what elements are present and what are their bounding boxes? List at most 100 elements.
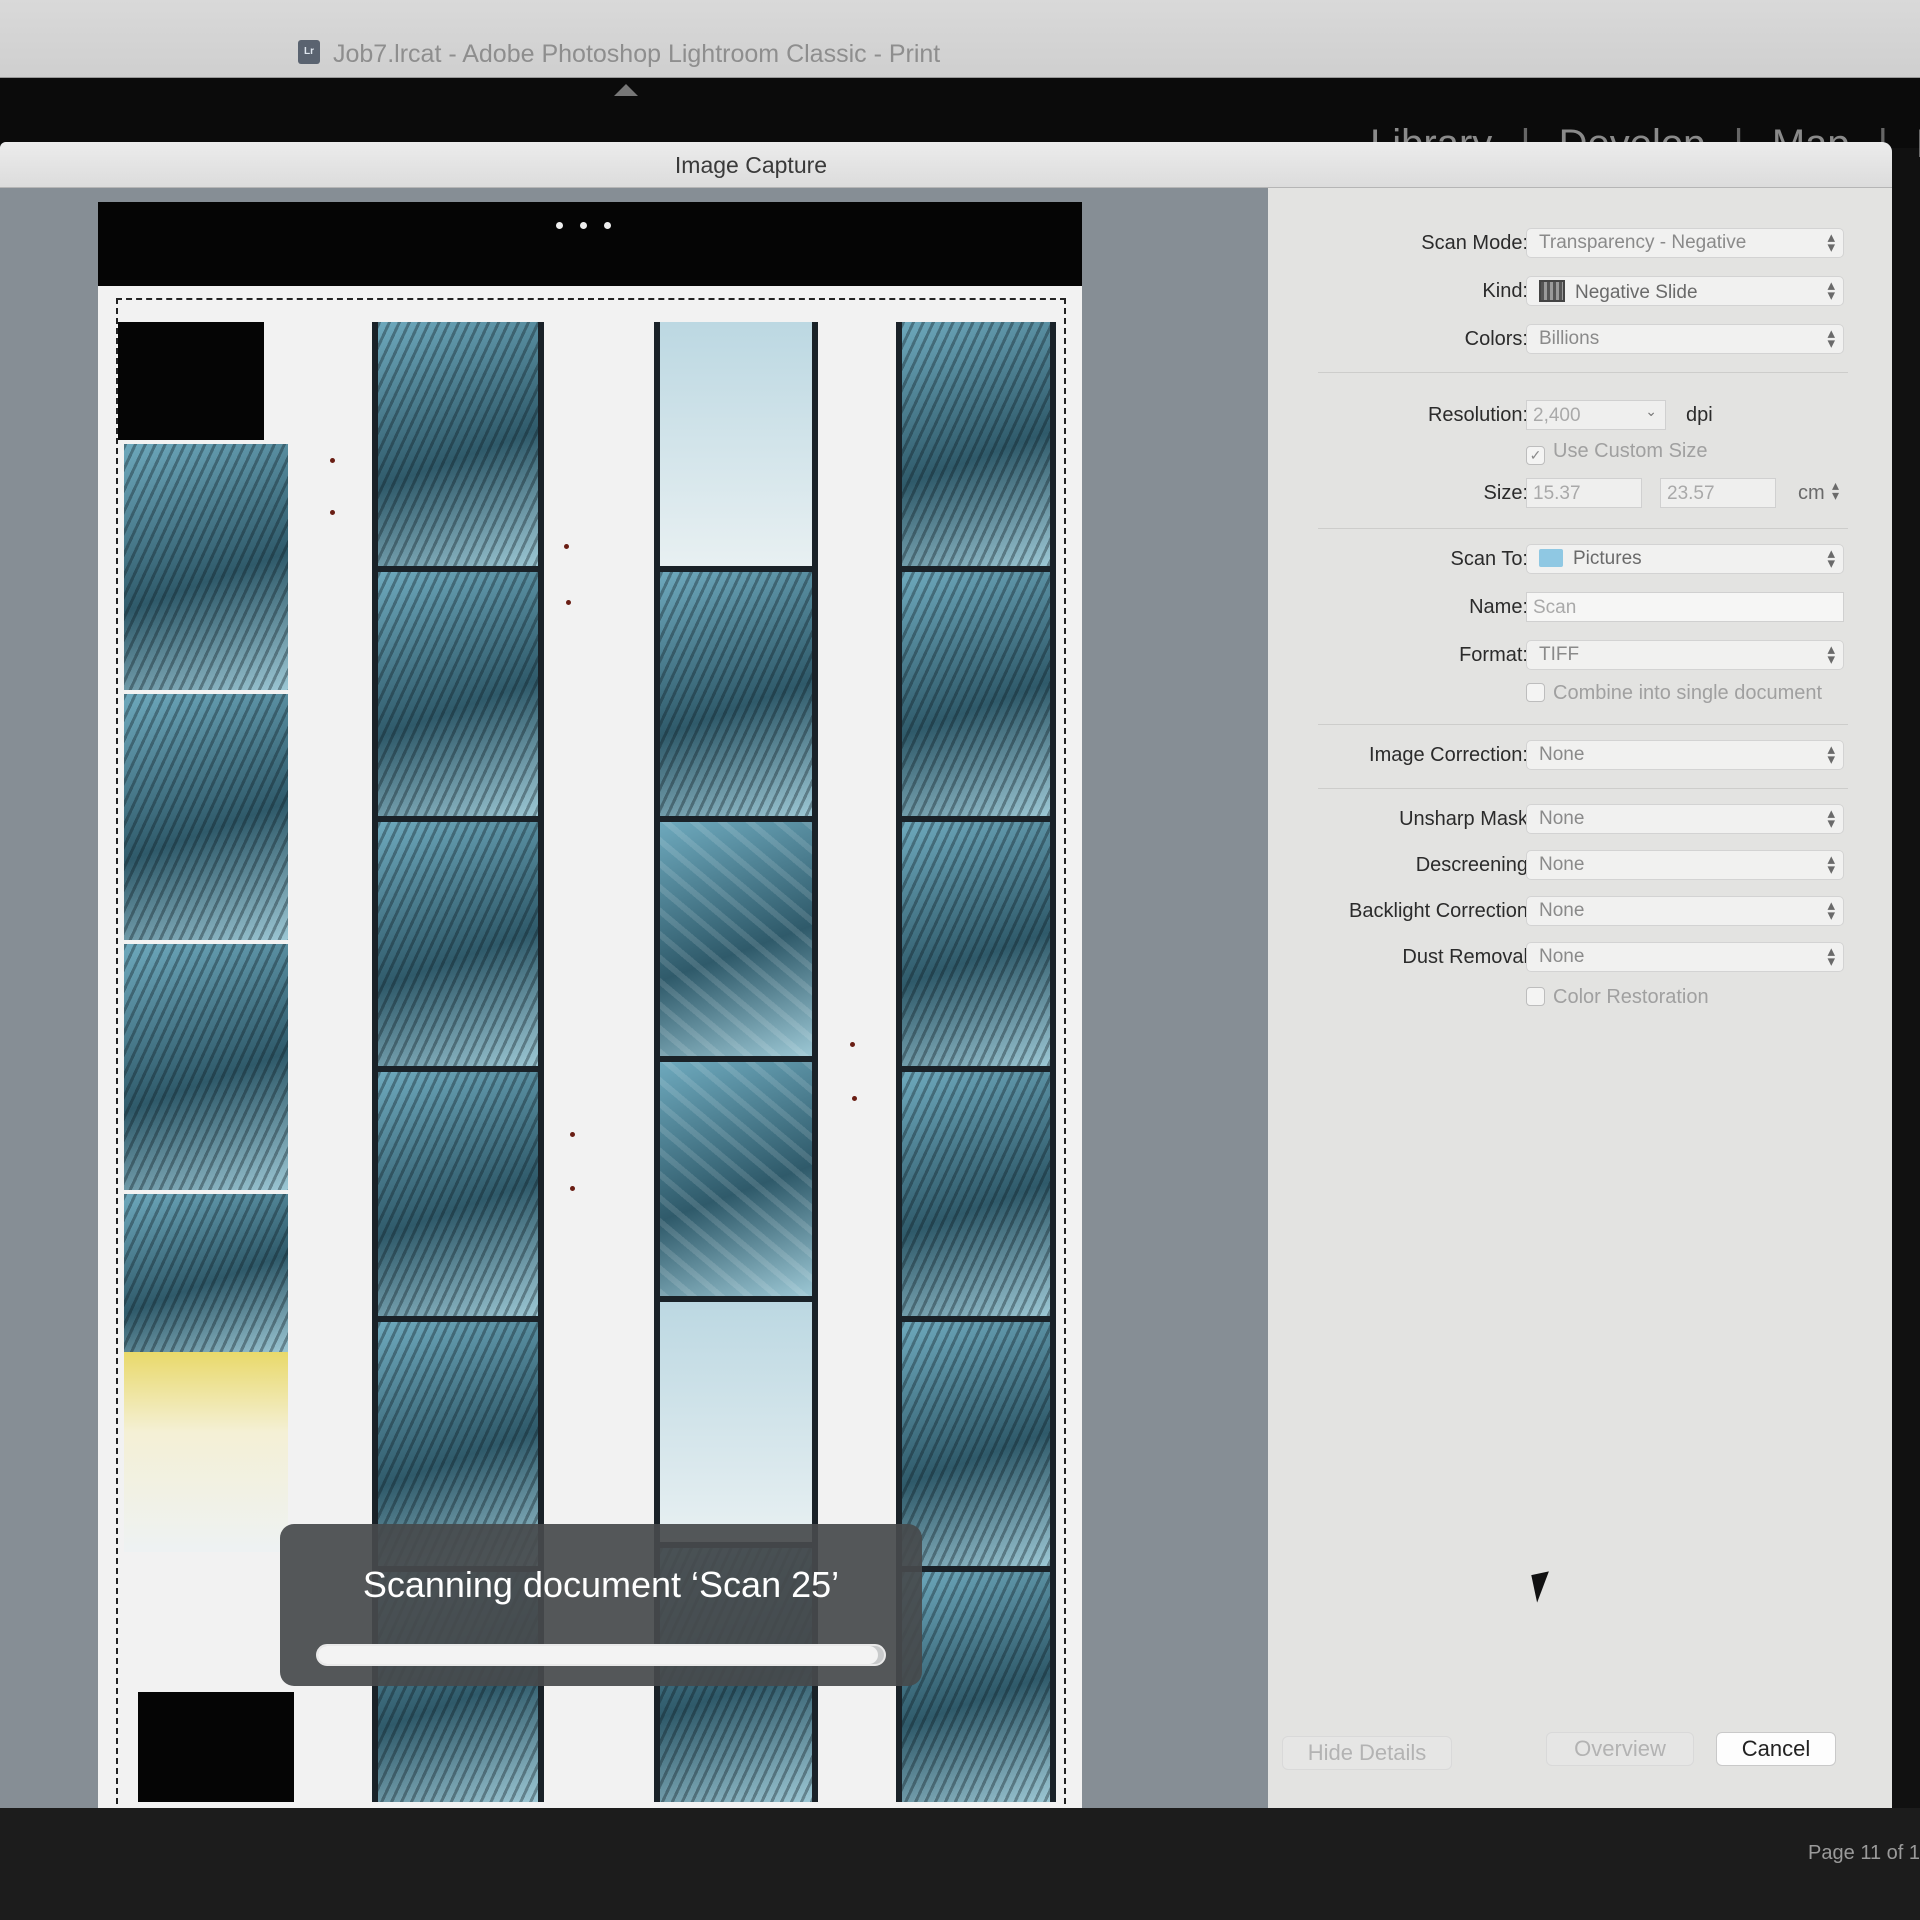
image-capture-titlebar: Image Capture [0,142,1892,188]
scan-progress-fill [318,1646,879,1664]
size-height-field[interactable]: 23.57 [1660,478,1776,508]
size-unit[interactable]: cm [1798,482,1825,505]
film-frame [124,444,288,690]
film-frame [124,944,288,1190]
module-book[interactable]: Bo [1916,122,1920,167]
dust-removal-label: Dust Removal [1402,946,1528,968]
color-restoration-label: Color Restoration [1553,986,1709,1008]
film-frame [902,822,1050,1066]
scan-mode-popup[interactable]: Transparency - Negative ▴ ▾ [1526,228,1844,258]
kind-value: Negative Slide [1575,282,1698,303]
film-frame [124,1352,288,1552]
dust-spot [604,222,611,229]
lightroom-app-icon: Lr [298,40,320,64]
popup-arrows-icon: ▴ ▾ [1827,741,1835,768]
film-frame [124,1194,288,1352]
scan-progress-bar [316,1644,886,1666]
film-frame [378,822,538,1066]
collapse-top-panel-icon[interactable] [614,84,638,96]
chevron-down-icon: ⌄ [1645,403,1657,419]
scan-to-label: Scan To: [1450,548,1528,570]
lightroom-window-title: Job7.lrcat - Adobe Photoshop Lightroom C… [333,40,941,68]
unit-arrows-icon[interactable]: ▴ ▾ [1832,478,1839,502]
dust-spot [580,222,587,229]
image-capture-title: Image Capture [674,152,828,178]
popup-arrows-icon: ▴ ▾ [1827,641,1835,668]
film-frame [660,572,812,816]
size-width-field[interactable]: 15.37 [1526,478,1642,508]
film-frame [902,1572,1050,1802]
film-frame [378,572,538,816]
film-frame [124,694,288,940]
film-frame [660,1302,812,1542]
checkbox-empty-icon [1526,683,1545,702]
name-field[interactable]: Scan [1526,592,1844,622]
scan-to-popup[interactable]: Pictures ▴ ▾ [1526,544,1844,574]
use-custom-size-checkbox[interactable]: ✓ Use Custom Size [1526,440,1708,466]
colors-row: Colors: Billions ▴ ▾ [1268,324,1868,356]
image-correction-popup[interactable]: None ▴ ▾ [1526,740,1844,770]
format-popup[interactable]: TIFF ▴ ▾ [1526,640,1844,670]
image-correction-label: Image Correction: [1369,744,1528,766]
resolution-combo[interactable]: 2,400 ⌄ [1526,400,1666,430]
scanning-progress-hud: Scanning document ‘Scan 25’ [280,1524,922,1686]
colors-label: Colors: [1464,328,1528,350]
section-divider [1318,788,1848,789]
film-frame [378,1072,538,1316]
lightroom-titlebar: Lr Job7.lrcat - Adobe Photoshop Lightroo… [0,0,1920,78]
image-capture-window: Image Capture Scanning document ‘Scan 25… [0,142,1892,1808]
section-divider [1318,528,1848,529]
film-frame [118,322,264,440]
scan-bed-top-edge [98,202,1082,286]
checkmark-icon: ✓ [1526,446,1545,465]
film-strip-1 [118,322,294,1802]
section-divider [1318,724,1848,725]
scan-to-row: Scan To: Pictures ▴ ▾ [1268,544,1868,576]
scanning-status-message: Scanning document ‘Scan 25’ [362,1564,840,1605]
unsharp-mask-label: Unsharp Mask [1399,808,1528,830]
kind-popup[interactable]: Negative Slide ▴ ▾ [1526,276,1844,306]
popup-arrows-icon: ▴ ▾ [1827,229,1835,256]
resolution-row: Resolution: 2,400 ⌄ dpi [1268,400,1868,432]
dust-removal-popup[interactable]: None ▴ ▾ [1526,942,1844,972]
film-frame [378,322,538,566]
overview-button[interactable]: Overview [1546,1732,1694,1766]
checkbox-empty-icon [1526,987,1545,1006]
size-row: Size: 15.37 23.57 cm ▴ ▾ [1268,478,1868,510]
hide-details-button[interactable]: Hide Details [1282,1736,1452,1770]
film-frame [138,1692,294,1802]
combine-checkbox[interactable]: Combine into single document [1526,682,1822,708]
screen: Lr Job7.lrcat - Adobe Photoshop Lightroo… [0,0,1920,1920]
colors-value: Billions [1539,328,1600,349]
popup-arrows-icon: ▴ ▾ [1827,851,1835,878]
film-frame [902,1322,1050,1566]
unsharp-mask-popup[interactable]: None ▴ ▾ [1526,804,1844,834]
color-restoration-checkbox[interactable]: Color Restoration [1526,986,1709,1012]
name-label: Name: [1469,596,1528,618]
format-row: Format: TIFF ▴ ▾ [1268,640,1868,672]
backlight-correction-value: None [1539,900,1585,921]
dust-speck [570,1132,575,1137]
film-frame [902,322,1050,566]
page-indicator: Page 11 of 1 [1808,1842,1920,1864]
size-label: Size: [1483,482,1528,504]
use-custom-size-label: Use Custom Size [1553,440,1708,462]
cancel-button[interactable]: Cancel [1716,1732,1836,1766]
scan-settings-panel: Scan Mode: Transparency - Negative ▴ ▾ Ki… [1268,188,1892,1808]
image-correction-row: Image Correction: None ▴ ▾ [1268,740,1868,772]
kind-label: Kind: [1482,280,1528,302]
backlight-correction-popup[interactable]: None ▴ ▾ [1526,896,1844,926]
backlight-correction-row: Backlight Correction None ▴ ▾ [1268,896,1868,928]
lightroom-bottom-toolbar [0,1808,1920,1920]
section-divider [1318,372,1848,373]
film-frame [902,1072,1050,1316]
film-frame [660,822,812,1056]
film-frame [660,322,812,566]
colors-popup[interactable]: Billions ▴ ▾ [1526,324,1844,354]
scan-mode-value: Transparency - Negative [1539,232,1747,253]
image-correction-value: None [1539,744,1585,765]
dust-speck [330,510,335,515]
dust-speck [564,544,569,549]
descreening-popup[interactable]: None ▴ ▾ [1526,850,1844,880]
film-frame [902,572,1050,816]
